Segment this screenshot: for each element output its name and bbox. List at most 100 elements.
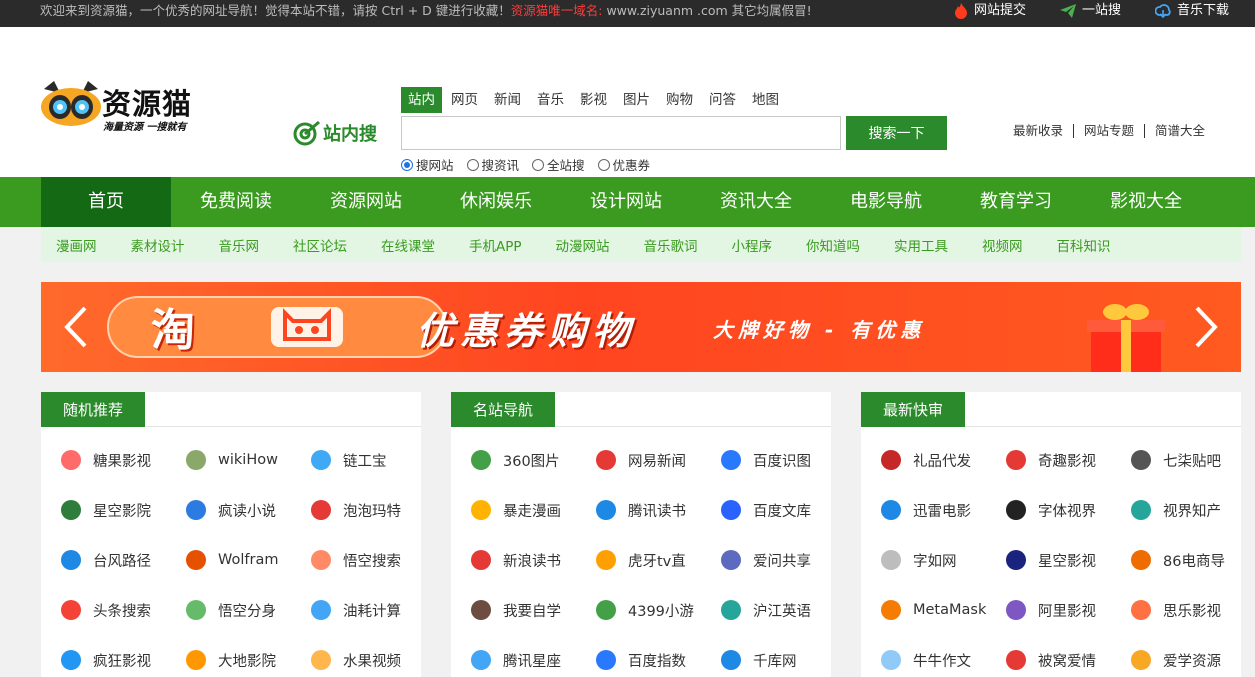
site-link[interactable]: wikiHow: [186, 435, 311, 485]
site-link[interactable]: 泡泡玛特: [311, 485, 421, 535]
site-link[interactable]: 腾讯星座: [471, 635, 596, 677]
radio-search-all[interactable]: 全站搜: [532, 155, 585, 174]
nav-news[interactable]: 资讯大全: [691, 177, 821, 227]
subnav-item[interactable]: 音乐网: [219, 235, 260, 255]
tab-map[interactable]: 地图: [745, 87, 786, 113]
tab-music[interactable]: 音乐: [530, 87, 571, 113]
site-link[interactable]: 星空影院: [61, 485, 186, 535]
radio-search-news[interactable]: 搜资讯: [466, 155, 520, 174]
subnav-item[interactable]: 音乐歌词: [644, 235, 698, 255]
site-link[interactable]: 沪江英语: [721, 585, 831, 635]
radio-search-sites[interactable]: 搜网站: [401, 155, 454, 174]
chevron-left-icon[interactable]: [61, 304, 89, 350]
site-link[interactable]: 虎牙tv直: [596, 535, 721, 585]
tab-qa[interactable]: 问答: [702, 87, 743, 113]
nav-design-sites[interactable]: 设计网站: [561, 177, 691, 227]
site-link[interactable]: 网易新闻: [596, 435, 721, 485]
site-link[interactable]: MetaMask: [881, 585, 1006, 635]
site-link[interactable]: 奇趣影视: [1006, 435, 1131, 485]
submit-site-link[interactable]: 网站提交: [954, 0, 1026, 22]
subnav-item[interactable]: 实用工具: [894, 235, 948, 255]
site-link-label: Wolfram: [218, 552, 279, 568]
site-link[interactable]: 疯狂影视: [61, 635, 186, 677]
site-link[interactable]: 暴走漫画: [471, 485, 596, 535]
latest-included-link[interactable]: 最新收录: [1003, 124, 1073, 138]
nav-education[interactable]: 教育学习: [951, 177, 1081, 227]
nav-free-reading[interactable]: 免费阅读: [171, 177, 301, 227]
site-link[interactable]: 糖果影视: [61, 435, 186, 485]
tab-shopping[interactable]: 购物: [659, 87, 700, 113]
subnav-item[interactable]: 手机APP: [469, 235, 522, 255]
tab-web[interactable]: 网页: [444, 87, 485, 113]
subnav-item[interactable]: 动漫网站: [556, 235, 610, 255]
site-link[interactable]: 4399小游: [596, 585, 721, 635]
site-link[interactable]: Wolfram: [186, 535, 311, 585]
site-link[interactable]: 我要自学: [471, 585, 596, 635]
nav-video[interactable]: 影视大全: [1081, 177, 1211, 227]
site-link[interactable]: 百度识图: [721, 435, 831, 485]
site-link[interactable]: 视界知产: [1131, 485, 1241, 535]
subnav-item[interactable]: 你知道吗: [806, 235, 860, 255]
site-link[interactable]: 礼品代发: [881, 435, 1006, 485]
site-link[interactable]: 360图片: [471, 435, 596, 485]
subnav-item[interactable]: 小程序: [732, 235, 773, 255]
tab-site[interactable]: 站内: [401, 87, 442, 113]
site-link[interactable]: 油耗计算: [311, 585, 421, 635]
site-favicon-icon: [311, 650, 331, 670]
tab-video[interactable]: 影视: [573, 87, 614, 113]
subnav-item[interactable]: 漫画网: [56, 235, 97, 255]
nav-movies[interactable]: 电影导航: [821, 177, 951, 227]
site-link[interactable]: 星空影视: [1006, 535, 1131, 585]
site-topics-link[interactable]: 网站专题: [1072, 124, 1144, 138]
site-link[interactable]: 字体视界: [1006, 485, 1131, 535]
search-input[interactable]: [401, 116, 841, 150]
sheet-music-link[interactable]: 简谱大全: [1143, 124, 1215, 138]
site-link[interactable]: 腾讯读书: [596, 485, 721, 535]
subnav-item[interactable]: 在线课堂: [381, 235, 435, 255]
subnav-item[interactable]: 素材设计: [131, 235, 185, 255]
site-link[interactable]: 迅雷电影: [881, 485, 1006, 535]
radio-label: 搜资讯: [481, 158, 520, 173]
site-link[interactable]: 百度文库: [721, 485, 831, 535]
one-search-link[interactable]: 一站搜: [1059, 0, 1121, 22]
nav-home[interactable]: 首页: [41, 177, 171, 227]
subnav-item[interactable]: 百科知识: [1057, 235, 1111, 255]
random-picks-panel: 随机推荐 糖果影视 wikiHow 链工宝 星空影院 疯读小说 泡泡玛特 台风路径 Wolfr…: [41, 392, 421, 677]
site-favicon-icon: [721, 500, 741, 520]
site-link[interactable]: 头条搜索: [61, 585, 186, 635]
site-link[interactable]: 悟空分身: [186, 585, 311, 635]
radio-search-coupons[interactable]: 优惠券: [597, 155, 650, 174]
site-link[interactable]: 思乐影视: [1131, 585, 1241, 635]
search-button[interactable]: 搜索一下: [846, 116, 947, 150]
site-link[interactable]: 水果视频: [311, 635, 421, 677]
site-link[interactable]: 疯读小说: [186, 485, 311, 535]
site-link[interactable]: 链工宝: [311, 435, 421, 485]
cloud-download-icon: [1154, 4, 1171, 19]
site-link[interactable]: 爱学资源: [1131, 635, 1241, 677]
site-link-label: 字体视界: [1038, 503, 1096, 520]
site-link[interactable]: 被窝爱情: [1006, 635, 1131, 677]
nav-resource-sites[interactable]: 资源网站: [301, 177, 431, 227]
site-link[interactable]: 七柒贴吧: [1131, 435, 1241, 485]
site-logo[interactable]: 资源猫 海量资源 一搜就有: [40, 75, 195, 155]
nav-entertainment[interactable]: 休闲娱乐: [431, 177, 561, 227]
site-link[interactable]: 大地影院: [186, 635, 311, 677]
site-link[interactable]: 阿里影视: [1006, 585, 1131, 635]
site-link[interactable]: 新浪读书: [471, 535, 596, 585]
tab-image[interactable]: 图片: [616, 87, 657, 113]
site-link[interactable]: 千库网: [721, 635, 831, 677]
site-link[interactable]: 台风路径: [61, 535, 186, 585]
site-link[interactable]: 字如网: [881, 535, 1006, 585]
music-download-link[interactable]: 音乐下载: [1154, 0, 1229, 22]
subnav-item[interactable]: 视频网: [982, 235, 1023, 255]
site-link[interactable]: 86电商导: [1131, 535, 1241, 585]
site-link[interactable]: 爱问共享: [721, 535, 831, 585]
site-link[interactable]: 百度指数: [596, 635, 721, 677]
site-link[interactable]: 牛牛作文: [881, 635, 1006, 677]
chevron-right-icon[interactable]: [1193, 304, 1221, 350]
tab-news[interactable]: 新闻: [487, 87, 528, 113]
subnav-item[interactable]: 社区论坛: [293, 235, 347, 255]
site-link[interactable]: 悟空搜索: [311, 535, 421, 585]
site-link-label: 思乐影视: [1163, 603, 1221, 620]
promo-banner[interactable]: 淘 优惠券购物 大牌好物 - 有优惠: [41, 282, 1241, 372]
